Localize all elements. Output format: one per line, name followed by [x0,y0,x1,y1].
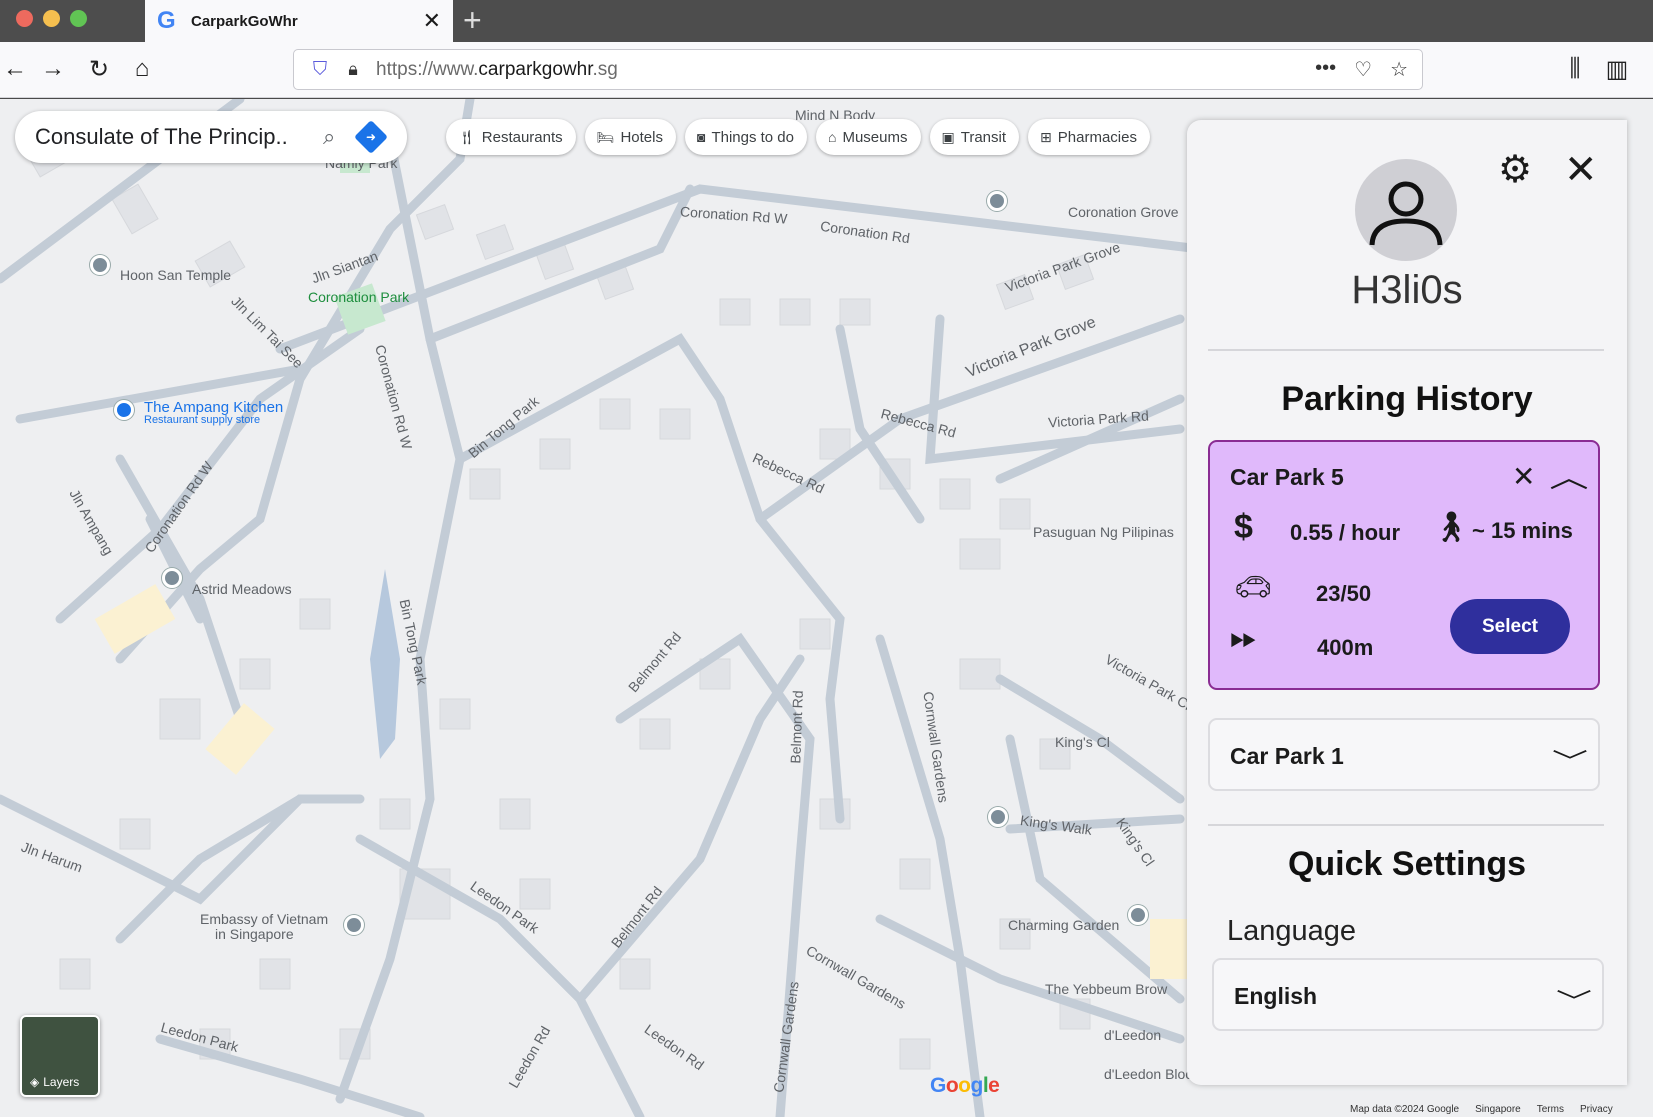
chevron-down-icon[interactable]: ﹀ [1556,982,1592,1017]
browser-nav-bar: ← → ↻ ⌂ ⛉ 🔒︎ https://www.carparkgowhr.sg… [0,42,1653,98]
map-label[interactable]: Coronation Park [308,289,409,305]
chevron-up-icon[interactable]: ︿ [1549,456,1588,496]
car-icon: 🚗︎ [1234,571,1273,604]
sidebar-toggle-icon[interactable]: ▥ [1602,54,1632,84]
side-panel: ⚙ ✕ H3li0s Parking History Car Park 5 ✕ … [1187,120,1627,1085]
pharmacy-icon: ⊞ [1040,128,1052,145]
forward-icon[interactable]: → [38,54,68,84]
bed-icon: 🛏︎ [596,128,615,145]
map-label[interactable]: Hoon San Temple [120,267,231,283]
distance-value: 400m [1317,635,1374,660]
window-close-button[interactable] [16,10,33,27]
map-label[interactable]: Pasuguan Ng Pilipinas [1033,524,1174,540]
walk-time-value: ~ 15 mins [1472,518,1573,543]
dollar-icon: $ [1234,508,1253,546]
parking-history-title: Parking History [1281,380,1533,418]
divider [1208,824,1604,826]
tab-title: CarparkGoWhr [191,12,298,30]
more-actions-icon[interactable]: ••• [1315,57,1336,82]
embassy-marker-icon[interactable] [344,915,364,935]
close-icon[interactable]: ✕ [1564,150,1598,190]
map-label[interactable]: Astrid Meadows [192,581,292,597]
map-label: Belmont Rd [787,690,806,764]
map-label[interactable]: Embassy of Vietnam [200,911,328,927]
directions-icon[interactable]: ➜ [354,120,389,154]
avatar[interactable] [1355,159,1457,261]
layers-button[interactable]: ◈ Layers [20,1015,100,1097]
map-label: King's Cl [1055,734,1110,750]
username: H3li0s [1351,268,1463,312]
new-tab-button[interactable]: + [463,2,482,39]
library-icon[interactable]: ⫼ [1560,54,1590,84]
card-title: Car Park 5 [1230,464,1344,490]
category-chips: 🍴︎ Restaurants 🛏︎ Hotels ◙ Things to do ⌂ Mu… [446,119,1150,155]
train-icon: ▣ [941,128,955,145]
parking-card-expanded[interactable]: Car Park 5 ✕ ︿ $ 0.55 / hour 🚶︎ ~ 15 min… [1208,440,1600,690]
back-icon[interactable]: ← [0,54,30,84]
price-value: 0.55 / hour [1290,520,1401,545]
temple-marker-icon[interactable] [90,255,110,275]
chip-transit[interactable]: ▣ Transit [929,119,1020,155]
reload-icon[interactable]: ↻ [84,54,114,84]
chip-pharmacies[interactable]: ⊞ Pharmacies [1028,119,1150,155]
remove-icon[interactable]: ✕ [1512,460,1535,493]
card-title: Car Park 1 [1230,743,1344,769]
google-logo: Google [930,1074,1000,1097]
browser-tab[interactable]: G CarparkGoWhr ✕ [145,0,453,42]
home-icon[interactable]: ⌂ [127,54,157,84]
building-marker-icon[interactable] [1128,905,1148,925]
fork-knife-icon: 🍴︎ [458,128,476,145]
map-label[interactable]: Coronation Grove [1068,204,1179,220]
lock-icon[interactable]: 🔒︎ [338,59,368,80]
language-select[interactable]: English ﹀ [1212,958,1604,1031]
map-label[interactable]: d'Leedon [1104,1027,1161,1043]
search-icon[interactable]: ⌕ [323,124,335,150]
map-search-input[interactable] [35,124,315,150]
url-bar[interactable]: ⛉ 🔒︎ https://www.carparkgowhr.sg ••• ♡ ☆ [293,49,1423,90]
chip-hotels[interactable]: 🛏︎ Hotels [584,119,676,155]
lots-value: 23/50 [1316,581,1372,606]
browser-tab-bar: G CarparkGoWhr ✕ + [0,0,1653,42]
map-search-box[interactable]: ⌕ ➜ [15,111,407,163]
google-favicon-icon: G [157,7,176,34]
walk-icon: 🚶︎ [1432,511,1471,544]
chevron-down-icon[interactable]: ﹀ [1552,742,1588,777]
map-label: Restaurant supply store [144,414,261,426]
select-button[interactable]: Select [1450,599,1570,654]
tab-close-icon[interactable]: ✕ [423,8,441,34]
fast-forward-icon: ⏩︎ [1230,618,1258,656]
map-footer: Map data ©2024 Google Singapore Terms Pr… [1350,1104,1613,1115]
map-label[interactable]: d'Leedon Block [1104,1066,1199,1082]
divider [1208,349,1604,351]
chip-museums[interactable]: ⌂ Museums [816,119,921,155]
user-icon [1369,181,1443,246]
chip-restaurants[interactable]: 🍴︎ Restaurants [446,119,576,155]
quick-settings-title: Quick Settings [1287,845,1527,883]
store-marker-icon[interactable] [114,400,134,420]
museum-icon: ⌂ [828,129,837,145]
bookmark-star-icon[interactable]: ☆ [1390,57,1408,82]
map-label[interactable]: The Yebbeum Brow [1045,981,1167,997]
tracking-shield-icon[interactable]: ⛉ [302,59,338,81]
map-label[interactable]: Charming Garden [1008,917,1119,933]
poi-marker-icon[interactable] [987,191,1007,211]
building-marker-icon[interactable] [162,568,182,588]
poi-marker-icon[interactable] [988,807,1008,827]
layers-icon: ◈ [30,1075,40,1089]
parking-card-collapsed[interactable]: Car Park 1 ﹀ [1208,718,1600,791]
language-value: English [1234,983,1318,1009]
language-label: Language [1227,915,1357,947]
window-minimize-button[interactable] [43,10,60,27]
map-label: in Singapore [215,926,294,942]
pocket-icon[interactable]: ♡ [1354,57,1372,82]
gear-icon[interactable]: ⚙ [1495,150,1535,190]
camera-icon: ◙ [696,129,706,145]
url-text[interactable]: https://www.carparkgowhr.sg [376,59,1315,81]
window-maximize-button[interactable] [70,10,87,27]
chip-things-to-do[interactable]: ◙ Things to do [684,119,807,155]
